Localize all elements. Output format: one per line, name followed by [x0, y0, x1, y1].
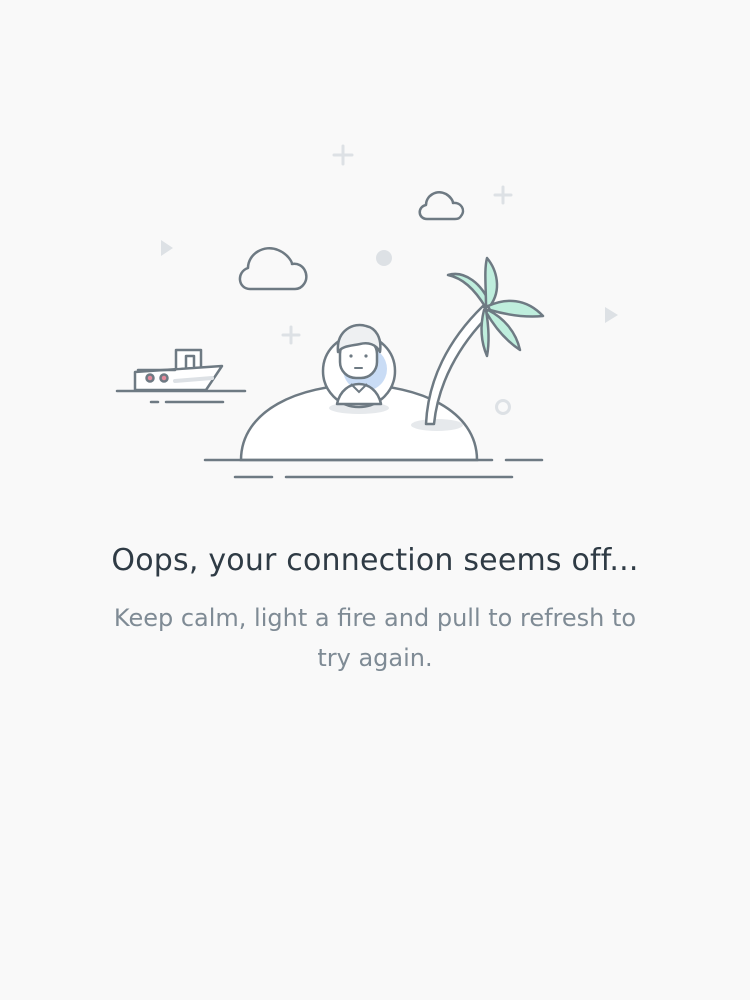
dot-decoration [376, 250, 392, 266]
palm-tree-icon [424, 256, 545, 426]
cloud-icon [238, 247, 308, 291]
ring-decoration [495, 399, 511, 415]
empty-state-message: Oops, your connection seems off... Keep … [0, 538, 750, 678]
empty-state-description: Keep calm, light a fire and pull to refr… [113, 604, 637, 672]
offline-screen: Oops, your connection seems off... Keep … [0, 0, 750, 1000]
palm-shadow [411, 419, 463, 431]
boat-icon [115, 348, 247, 404]
small-cloud-icon [418, 191, 465, 221]
castaway-island-illustration [100, 130, 650, 500]
castaway-avatar-icon [321, 323, 397, 409]
page-title: Oops, your connection seems off... [111, 543, 639, 578]
